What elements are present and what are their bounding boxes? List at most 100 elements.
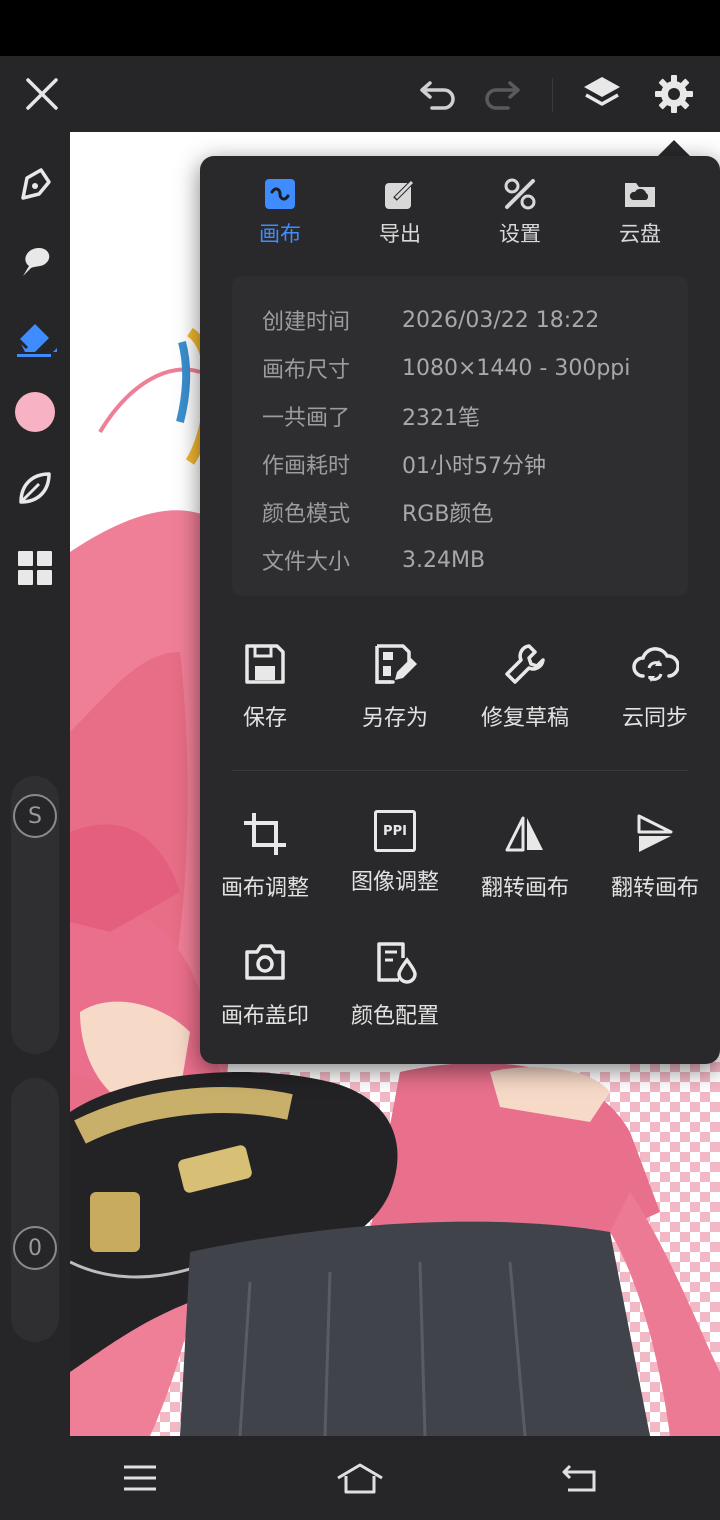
color-picker-button[interactable]	[0, 380, 70, 444]
settings-button[interactable]	[644, 56, 704, 132]
info-value: 1080×1440 - 300ppi	[402, 355, 631, 381]
action-row-extra: 画布盖印 颜色配置	[200, 938, 720, 1030]
eraser-tool-button[interactable]	[0, 306, 70, 370]
left-toolbar: S 0	[0, 132, 70, 1436]
cloud-sync-button[interactable]: 云同步	[590, 640, 720, 732]
pen-tool-button[interactable]	[0, 152, 70, 216]
canvas-info-card: 创建时间 2026/03/22 18:22 画布尺寸 1080×1440 - 300…	[232, 276, 688, 596]
back-icon	[562, 1464, 596, 1492]
cloud-sync-label: 云同步	[621, 706, 688, 731]
image-adjust-button[interactable]: PPI 图像调整	[330, 810, 460, 902]
gallery-grid-button[interactable]	[0, 536, 70, 600]
tab-cloud-label: 云盘	[619, 222, 661, 246]
flip-vertical-icon	[631, 810, 679, 858]
home-button[interactable]	[300, 1436, 420, 1520]
color-config-icon	[371, 938, 419, 986]
info-label: 作画耗时	[262, 454, 351, 479]
layers-button[interactable]	[572, 56, 632, 132]
export-icon	[382, 176, 418, 212]
brush-size-knob[interactable]: S	[13, 794, 57, 838]
smudge-icon	[23, 248, 50, 276]
layers-icon	[584, 77, 620, 106]
save-as-label: 另存为	[361, 706, 428, 731]
opacity-slider-label: 0	[28, 1235, 42, 1261]
info-row: 颜色模式 RGB颜色	[262, 488, 658, 536]
flip-vertical-button[interactable]: 翻转画布	[590, 810, 720, 902]
opacity-knob[interactable]: 0	[13, 1226, 57, 1270]
tab-export[interactable]: 导出	[345, 176, 455, 256]
canvas-icon	[262, 176, 298, 212]
ppi-icon: PPI	[374, 810, 416, 852]
tab-settings[interactable]: 设置	[465, 176, 575, 256]
smudge-tool-button[interactable]	[0, 230, 70, 294]
tab-canvas-label: 画布	[259, 222, 301, 246]
flip-horizontal-button[interactable]: 翻转画布	[460, 810, 590, 902]
status-bar	[0, 0, 720, 56]
canvas-adjust-button[interactable]: 画布调整	[200, 810, 330, 902]
opacity-slider[interactable]	[11, 1078, 59, 1342]
undo-icon	[420, 81, 455, 110]
info-value: 2026/03/22 18:22	[402, 307, 600, 333]
repair-draft-button[interactable]: 修复草稿	[460, 640, 590, 732]
info-row: 作画耗时 01小时57分钟	[262, 440, 658, 488]
close-icon	[26, 78, 58, 110]
flip-vertical-label: 翻转画布	[610, 876, 699, 901]
info-label: 创建时间	[262, 310, 351, 335]
leaf-tool-button[interactable]	[0, 456, 70, 520]
ppi-text: PPI	[383, 823, 407, 839]
canvas-stamp-button[interactable]: 画布盖印	[200, 938, 330, 1030]
cloud-sync-icon	[631, 640, 679, 688]
pen-icon	[21, 168, 51, 200]
color-config-button[interactable]: 颜色配置	[330, 938, 460, 1030]
stamp-camera-icon	[241, 938, 289, 986]
cloud-folder-icon	[622, 176, 658, 212]
menu-button[interactable]	[80, 1436, 200, 1520]
action-row-canvas: 画布调整 PPI 图像调整 翻转画布 翻转画布	[200, 810, 720, 902]
info-row: 一共画了 2321笔	[262, 392, 658, 440]
wrench-icon	[501, 640, 549, 688]
tab-cloud[interactable]: 云盘	[585, 176, 695, 256]
top-toolbar	[0, 56, 720, 132]
home-icon	[337, 1463, 383, 1494]
back-button[interactable]	[520, 1436, 640, 1520]
save-label: 保存	[242, 706, 287, 731]
popup-pointer	[658, 140, 690, 156]
popup-tabs: 画布 导出 设置 云盘	[200, 176, 720, 256]
undo-button[interactable]	[408, 56, 468, 132]
redo-icon	[485, 81, 520, 110]
tab-export-label: 导出	[379, 222, 421, 246]
save-as-button[interactable]: 另存为	[330, 640, 460, 732]
info-row: 文件大小 3.24MB	[262, 536, 658, 584]
tab-settings-label: 设置	[499, 222, 541, 246]
system-nav-bar	[0, 1436, 720, 1520]
save-as-icon	[371, 640, 419, 688]
toolbar-divider	[552, 78, 553, 112]
size-slider-label: S	[28, 803, 42, 829]
crop-icon	[241, 810, 289, 858]
info-value: 3.24MB	[402, 547, 486, 573]
info-value: 2321笔	[402, 406, 480, 431]
image-adjust-label: 图像调整	[350, 870, 439, 895]
info-label: 一共画了	[262, 406, 351, 431]
leaf-icon	[19, 472, 51, 504]
color-config-label: 颜色配置	[350, 1004, 439, 1029]
info-label: 颜色模式	[262, 502, 351, 527]
flip-horizontal-icon	[501, 810, 549, 858]
redo-button[interactable]	[472, 56, 532, 132]
canvas-stamp-label: 画布盖印	[220, 1004, 309, 1029]
info-row: 画布尺寸 1080×1440 - 300ppi	[262, 344, 658, 392]
close-button[interactable]	[12, 56, 72, 132]
save-icon	[241, 640, 289, 688]
info-value: 01小时57分钟	[402, 454, 546, 479]
tab-canvas[interactable]: 画布	[225, 176, 335, 256]
info-label: 画布尺寸	[262, 358, 351, 383]
tools-icon	[502, 176, 538, 212]
info-label: 文件大小	[262, 550, 351, 575]
grid-icon	[18, 551, 52, 585]
flip-horizontal-label: 翻转画布	[480, 876, 569, 901]
gear-icon	[655, 75, 693, 113]
repair-draft-label: 修复草稿	[480, 706, 569, 731]
save-button[interactable]: 保存	[200, 640, 330, 732]
eraser-icon	[17, 324, 57, 357]
info-row: 创建时间 2026/03/22 18:22	[262, 296, 658, 344]
